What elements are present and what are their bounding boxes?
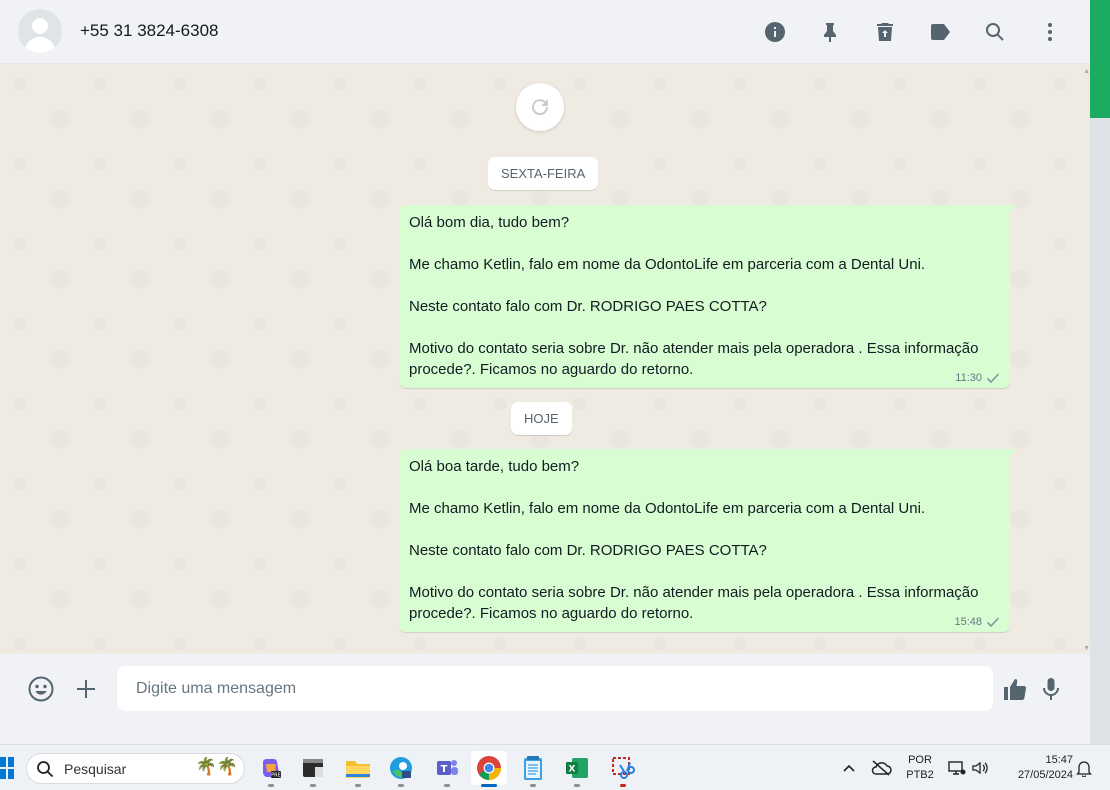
edge-icon[interactable]	[383, 751, 419, 787]
notification-bell-icon[interactable]	[1074, 751, 1094, 785]
scrollbar-thumb[interactable]	[1090, 0, 1110, 118]
windows-taskbar: Pesquisar 🌴🌴 PRE T X POR PTB2 15:47 27/0…	[0, 744, 1110, 790]
message-meta: 15:48	[954, 616, 1000, 628]
chevron-up-icon[interactable]	[839, 751, 859, 785]
clock-time: 15:47	[1045, 754, 1073, 766]
pin-icon[interactable]	[812, 14, 848, 50]
message-line: Olá boa tarde, tudo bem?	[409, 458, 580, 475]
avatar[interactable]	[18, 9, 62, 53]
menu-icon[interactable]	[1032, 14, 1068, 50]
hammock-icon: 🌴🌴	[195, 757, 238, 776]
system-clock[interactable]: 15:47 27/05/2024	[1001, 751, 1073, 785]
chat-header: +55 31 3824-6308	[0, 0, 1090, 64]
search-placeholder: Pesquisar	[64, 761, 127, 777]
teams-icon[interactable]: T	[429, 751, 465, 787]
microphone-icon[interactable]	[1036, 674, 1066, 704]
info-icon[interactable]	[757, 14, 793, 50]
search-icon[interactable]	[977, 14, 1013, 50]
check-icon	[986, 617, 1000, 628]
notepad-icon[interactable]	[515, 751, 551, 787]
check-icon	[986, 373, 1000, 384]
message-time: 11:30	[955, 372, 982, 384]
snipping-tool-icon[interactable]	[605, 751, 641, 787]
attach-plus-icon[interactable]	[71, 674, 101, 704]
chrome-icon[interactable]	[471, 751, 507, 787]
refresh-icon	[532, 99, 549, 116]
message-line: Motivo do contato seria sobre Dr. não at…	[409, 340, 979, 378]
message-line: Me chamo Ketlin, falo em nome da OdontoL…	[409, 256, 926, 273]
input-language-indicator[interactable]: POR PTB2	[903, 751, 937, 785]
svg-text:X: X	[569, 765, 576, 775]
volume-icon[interactable]	[969, 751, 991, 785]
contact-name[interactable]: +55 31 3824-6308	[80, 21, 219, 41]
thumbs-up-icon[interactable]	[1000, 674, 1030, 704]
message-line: Me chamo Ketlin, falo em nome da OdontoL…	[409, 500, 926, 517]
refresh-button[interactable]	[516, 83, 564, 131]
emoji-icon[interactable]	[26, 674, 56, 704]
svg-text:PRE: PRE	[271, 773, 281, 779]
whatsapp-window: +55 31 3824-6308 SEXTA-FEIRA Olá bom dia…	[0, 0, 1090, 722]
excel-icon[interactable]: X	[559, 751, 595, 787]
search-icon	[37, 761, 54, 778]
chat-scrollbar[interactable]: ▲ ▼	[1082, 64, 1090, 654]
keyboard-layout: PTB2	[906, 769, 934, 781]
message-line: Olá bom dia, tudo bem?	[409, 214, 570, 231]
message-composer	[0, 654, 1090, 722]
taskbar-search[interactable]: Pesquisar 🌴🌴	[26, 753, 245, 784]
language-code: POR	[908, 754, 932, 766]
scroll-down-arrow-icon[interactable]: ▼	[1083, 645, 1090, 652]
network-icon[interactable]	[946, 751, 968, 785]
message-meta: 11:30	[955, 372, 1000, 384]
outgoing-message[interactable]: Olá boa tarde, tudo bem? Me chamo Ketlin…	[399, 449, 1017, 632]
message-time: 15:48	[954, 616, 982, 628]
page-scrollbar[interactable]	[1090, 0, 1110, 744]
message-line: Neste contato falo com Dr. RODRIGO PAES …	[409, 542, 767, 559]
message-line: Motivo do contato seria sobre Dr. não at…	[409, 584, 979, 622]
outgoing-message[interactable]: Olá bom dia, tudo bem? Me chamo Ketlin, …	[399, 205, 1017, 388]
date-chip: HOJE	[511, 402, 572, 435]
header-actions	[757, 14, 1068, 50]
cloud-offline-icon[interactable]	[869, 751, 893, 785]
chat-area[interactable]: SEXTA-FEIRA Olá bom dia, tudo bem? Me ch…	[0, 64, 1090, 654]
clock-date: 27/05/2024	[1017, 769, 1073, 781]
message-line: Neste contato falo com Dr. RODRIGO PAES …	[409, 298, 767, 315]
label-icon[interactable]	[922, 14, 958, 50]
scroll-up-arrow-icon[interactable]: ▲	[1083, 68, 1090, 75]
delete-icon[interactable]	[867, 14, 903, 50]
message-input[interactable]	[117, 666, 993, 711]
copilot-icon[interactable]: PRE	[253, 751, 289, 787]
file-explorer-icon[interactable]	[340, 751, 376, 787]
windows-start-icon[interactable]	[0, 757, 14, 779]
svg-text:T: T	[441, 764, 448, 775]
date-chip: SEXTA-FEIRA	[488, 157, 599, 190]
terminal-icon[interactable]	[295, 751, 331, 787]
